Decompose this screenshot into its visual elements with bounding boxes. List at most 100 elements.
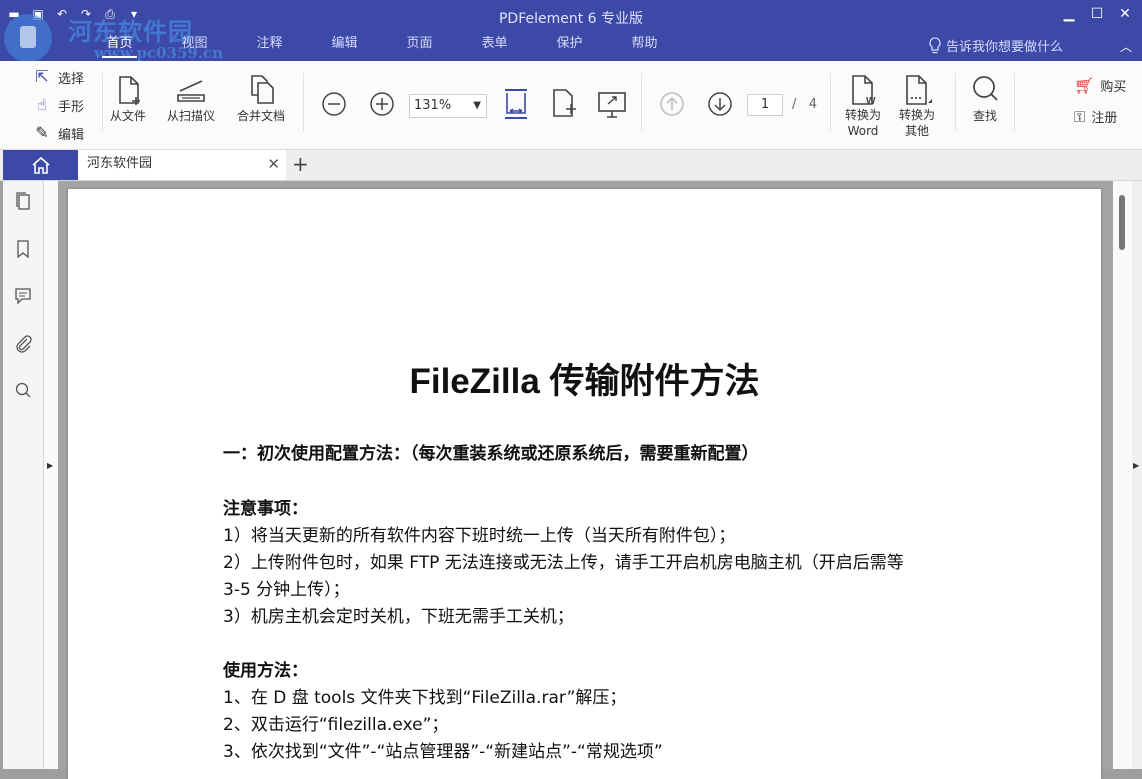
scrollbar-thumb[interactable]: [1119, 195, 1125, 250]
section-heading: 一：初次使用配置方法：（每次重装系统或还原系统后，需要重新配置）: [223, 444, 759, 464]
other-file-icon: [906, 75, 932, 105]
close-icon[interactable]: ✕: [1118, 6, 1132, 22]
find-label: 查找: [972, 109, 997, 123]
divider: [102, 73, 103, 131]
window-controls: ▁ ☐ ✕: [1062, 6, 1132, 22]
step-line: 3、依次找到“文件”-“站点管理器”-“新建站点”-“常规选项”: [223, 742, 663, 762]
from-file-label: 从文件: [110, 109, 147, 123]
vertical-scrollbar[interactable]: [1113, 181, 1132, 769]
select-tool[interactable]: ⇱ 选择: [32, 67, 84, 87]
note-line: 1）将当天更新的所有软件内容下班时统一上传（当天所有附件包）；: [223, 526, 736, 546]
tab-page[interactable]: 页面: [382, 34, 457, 60]
search-icon: [973, 76, 998, 101]
divider: [1014, 73, 1015, 131]
document-tab-bar: 河东软件园 ✕ +: [0, 150, 1142, 181]
pdf-page: FileZilla 传输附件方法 一：初次使用配置方法：（每次重装系统或还原系统…: [68, 189, 1101, 779]
tell-me-text: 告诉我你想要做什么: [946, 40, 1064, 55]
step-line: 2、双击运行“filezilla.exe”；: [223, 715, 449, 735]
register-button[interactable]: ⚿ 注册: [1074, 107, 1118, 127]
divider: [830, 73, 831, 131]
add-tab-icon[interactable]: +: [292, 152, 309, 176]
hand-icon: ☝: [37, 95, 47, 114]
divider: [955, 73, 956, 131]
app-title: PDFelement 6 专业版: [498, 11, 644, 27]
zoom-out-icon[interactable]: [321, 91, 347, 117]
chevron-right-icon: ▶: [47, 461, 54, 470]
maximize-icon[interactable]: ☐: [1090, 6, 1104, 22]
buy-label: 购买: [1100, 80, 1127, 95]
register-label: 注册: [1091, 111, 1118, 126]
fit-page-icon[interactable]: [549, 87, 579, 121]
edit-tool[interactable]: ✎ 编辑: [32, 123, 84, 143]
zoom-value: 131%: [414, 98, 452, 113]
tell-me-search[interactable]: 告诉我你想要做什么: [928, 36, 1063, 55]
scanner-icon: [177, 80, 205, 102]
document-tab-title: 河东软件园: [87, 156, 153, 171]
from-file-button[interactable]: 从文件: [110, 73, 146, 124]
combine-label: 合并文档: [237, 109, 286, 123]
left-panel-toggle[interactable]: ▶: [44, 181, 58, 769]
lightbulb-icon: [929, 36, 941, 53]
combine-files-icon: [251, 75, 274, 104]
minimize-icon[interactable]: ▁: [1062, 6, 1076, 22]
convert-to-other-button[interactable]: 转换为 其他: [899, 73, 935, 139]
from-scanner-button[interactable]: 从扫描仪: [167, 73, 215, 124]
tab-form[interactable]: 表单: [457, 34, 532, 60]
title-bar: ▬ ▣ ↶ ↷ ⎙ ▾ 河东软件园 www.pc0359.cn PDFeleme…: [0, 0, 1142, 62]
page-separator: /: [792, 97, 797, 112]
home-tab[interactable]: [3, 150, 78, 180]
attachment-icon[interactable]: [13, 333, 33, 353]
note-line: 3）机房主机会定时关机，下班无需手工关机；: [223, 607, 574, 627]
fit-width-icon[interactable]: [501, 87, 531, 121]
tab-home[interactable]: 首页: [82, 34, 157, 60]
divider: [641, 73, 642, 131]
tab-view[interactable]: 视图: [157, 34, 232, 60]
document-title: FileZilla 传输附件方法: [409, 362, 760, 401]
note-line: 3-5 分钟上传）；: [223, 580, 350, 600]
select-label: 选择: [58, 71, 85, 87]
combine-button[interactable]: 合并文档: [237, 73, 285, 124]
previous-page-icon[interactable]: [659, 91, 685, 117]
edit-label: 编辑: [58, 127, 85, 143]
zoom-level-select[interactable]: 131% ▼: [409, 94, 487, 118]
home-icon: [32, 156, 50, 174]
buy-button[interactable]: 🛒︎ 购买: [1074, 76, 1126, 95]
menu-tabs: 首页 视图 注释 编辑 页面 表单 保护 帮助: [82, 34, 682, 60]
convert-to-word-button[interactable]: W 转换为 Word: [845, 73, 881, 139]
key-icon: ⚿: [1074, 107, 1086, 126]
right-panel-toggle[interactable]: ▶: [1132, 181, 1142, 769]
tab-help[interactable]: 帮助: [607, 34, 682, 60]
document-view: FileZilla 传输附件方法 一：初次使用配置方法：（每次重装系统或还原系统…: [58, 181, 1113, 779]
tab-comment[interactable]: 注释: [232, 34, 307, 60]
to-other-label-2: 其他: [905, 124, 930, 138]
tab-edit[interactable]: 编辑: [307, 34, 382, 60]
new-file-icon: [119, 76, 140, 105]
step-line: 1、在 D 盘 tools 文件夹下找到“FileZilla.rar”解压；: [223, 688, 627, 708]
hand-label: 手形: [58, 99, 85, 115]
to-word-label-1: 转换为: [845, 108, 882, 122]
notes-heading: 注意事项：: [223, 499, 308, 519]
cursor-icon: ⇱: [35, 67, 49, 86]
total-pages: 4: [808, 97, 818, 112]
bookmark-icon[interactable]: [13, 239, 33, 259]
to-word-label-2: Word: [847, 124, 879, 138]
next-page-icon[interactable]: [707, 91, 733, 117]
left-sidebar: [3, 181, 44, 769]
from-scanner-label: 从扫描仪: [167, 109, 216, 123]
svg-text:W: W: [866, 96, 876, 107]
hand-tool[interactable]: ☝ 手形: [32, 95, 84, 115]
find-button[interactable]: 查找: [968, 73, 1002, 124]
search-icon[interactable]: [13, 380, 33, 400]
current-page-input[interactable]: 1: [747, 94, 783, 116]
note-line: 2）上传附件包时，如果 FTP 无法连接或无法上传，请手工开启机房电脑主机（开启…: [223, 553, 904, 573]
collapse-ribbon-icon[interactable]: ︿: [1120, 38, 1132, 55]
zoom-in-icon[interactable]: [369, 91, 395, 117]
ribbon-toolbar: ⇱ 选择 ☝ 手形 ✎ 编辑 从文件 从扫描仪 合并文档 131% ▼ 1 / …: [0, 61, 1142, 150]
presentation-icon[interactable]: [596, 89, 628, 121]
comment-icon[interactable]: [13, 286, 33, 306]
document-tab[interactable]: 河东软件园 ✕: [78, 150, 286, 180]
thumbnails-icon[interactable]: [13, 191, 33, 211]
tab-protect[interactable]: 保护: [532, 34, 607, 60]
close-tab-icon[interactable]: ✕: [267, 150, 280, 178]
to-other-label-1: 转换为: [899, 108, 936, 122]
